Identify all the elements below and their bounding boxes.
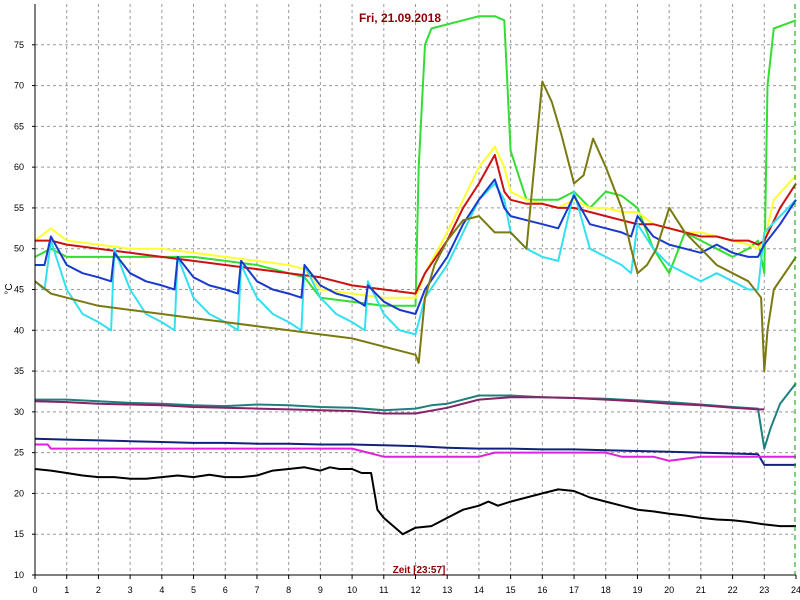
y-tick-label-25: 25 xyxy=(14,448,24,458)
x-tick-label-3: 3 xyxy=(128,585,133,595)
x-tick-label-20: 20 xyxy=(664,585,674,595)
x-tick-label-1: 1 xyxy=(64,585,69,595)
y-tick-label-20: 20 xyxy=(14,488,24,498)
x-tick-label-22: 22 xyxy=(728,585,738,595)
y-axis-label: °C xyxy=(4,283,15,294)
y-tick-label-15: 15 xyxy=(14,529,24,539)
x-tick-label-9: 9 xyxy=(318,585,323,595)
y-tick-label-55: 55 xyxy=(14,203,24,213)
y-tick-label-35: 35 xyxy=(14,366,24,376)
temperature-chart: 1015202530354045505560657075 01234567891… xyxy=(0,0,800,600)
x-tick-label-6: 6 xyxy=(223,585,228,595)
x-tick-label-23: 23 xyxy=(759,585,769,595)
x-tick-label-16: 16 xyxy=(537,585,547,595)
x-tick-label-13: 13 xyxy=(442,585,452,595)
y-tick-label-70: 70 xyxy=(14,81,24,91)
x-tick-label-10: 10 xyxy=(347,585,357,595)
x-tick-label-15: 15 xyxy=(506,585,516,595)
x-tick-label-21: 21 xyxy=(696,585,706,595)
chart-title: Fri, 21.09.2018 xyxy=(359,11,441,25)
x-tick-label-0: 0 xyxy=(32,585,37,595)
y-tick-label-50: 50 xyxy=(14,244,24,254)
x-tick-label-7: 7 xyxy=(254,585,259,595)
y-tick-label-60: 60 xyxy=(14,162,24,172)
y-tick-label-65: 65 xyxy=(14,121,24,131)
y-tick-label-10: 10 xyxy=(14,570,24,580)
x-tick-label-4: 4 xyxy=(159,585,164,595)
x-tick-label-24: 24 xyxy=(791,585,800,595)
y-tick-label-75: 75 xyxy=(14,40,24,50)
x-tick-label-17: 17 xyxy=(569,585,579,595)
x-tick-label-19: 19 xyxy=(632,585,642,595)
y-tick-label-45: 45 xyxy=(14,285,24,295)
y-tick-label-40: 40 xyxy=(14,325,24,335)
x-tick-label-11: 11 xyxy=(379,585,388,595)
x-tick-label-5: 5 xyxy=(191,585,196,595)
x-tick-label-18: 18 xyxy=(601,585,611,595)
x-tick-label-2: 2 xyxy=(96,585,101,595)
x-tick-label-12: 12 xyxy=(410,585,420,595)
y-tick-label-30: 30 xyxy=(14,407,24,417)
chart-background xyxy=(0,0,800,600)
x-axis-label: Zeit [23:57] xyxy=(393,565,446,576)
x-tick-label-14: 14 xyxy=(474,585,484,595)
x-tick-label-8: 8 xyxy=(286,585,291,595)
